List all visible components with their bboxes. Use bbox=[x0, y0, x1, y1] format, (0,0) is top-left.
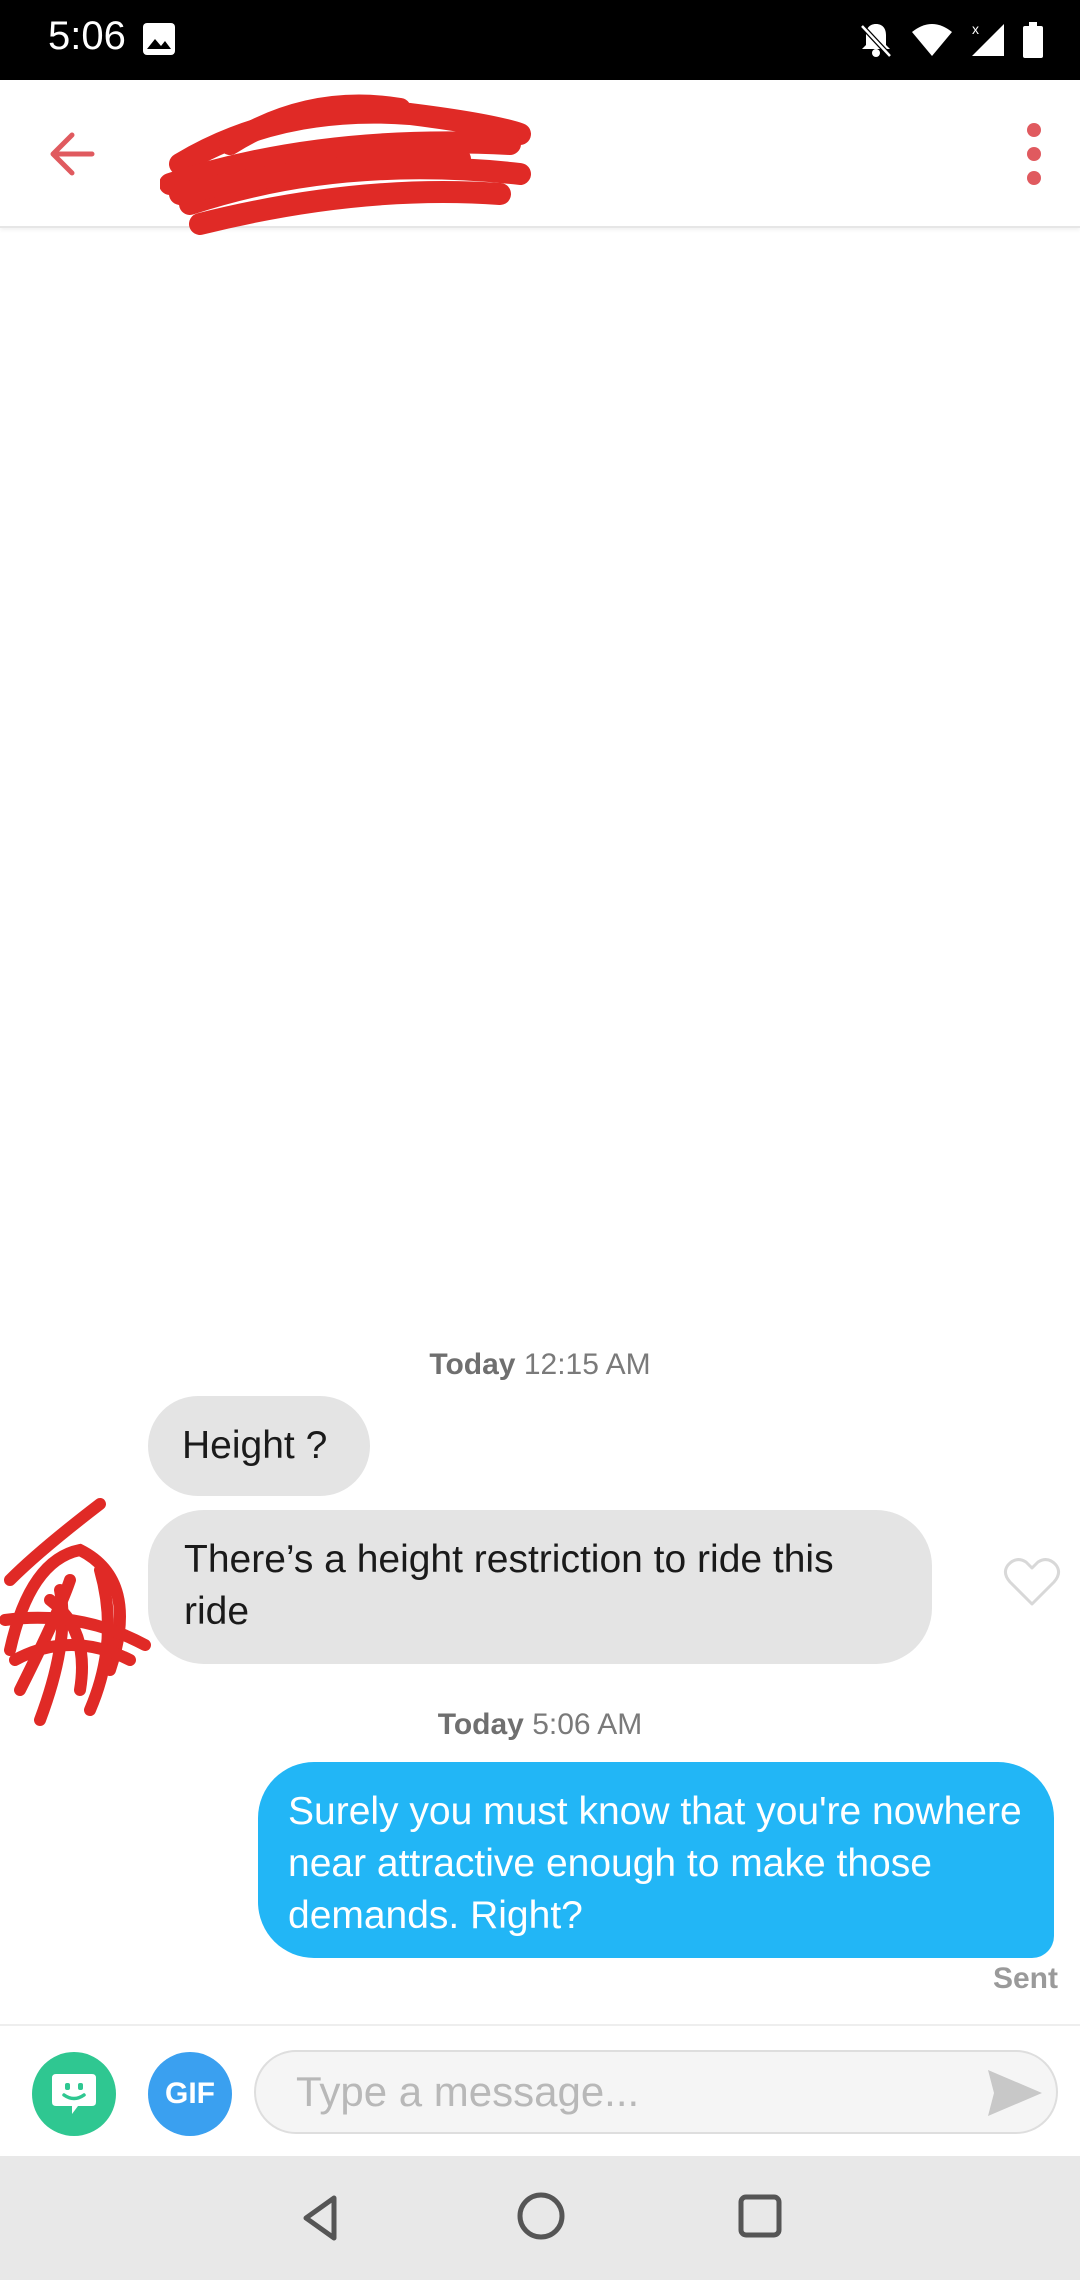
notifications-off-icon bbox=[860, 24, 892, 58]
system-navigation-bar bbox=[0, 2156, 1080, 2280]
cellular-signal-icon: x bbox=[972, 21, 1004, 56]
timestamp-time: 5:06 AM bbox=[532, 1708, 643, 1741]
message-composer: GIF bbox=[0, 2024, 1080, 2158]
message-input[interactable] bbox=[254, 2050, 1058, 2134]
svg-text:x: x bbox=[972, 21, 979, 37]
timestamp-divider: Today 12:15 AM bbox=[0, 1348, 1080, 1382]
timestamp-divider: Today 5:06 AM bbox=[0, 1708, 1080, 1742]
status-icons: x bbox=[856, 18, 1044, 62]
more-vertical-icon[interactable] bbox=[1012, 120, 1056, 190]
message-text: Height ? bbox=[182, 1424, 328, 1467]
status-bar: 5:06 x bbox=[0, 0, 1080, 80]
received-message[interactable]: Height ? bbox=[148, 1396, 370, 1496]
nav-home-icon[interactable] bbox=[515, 2190, 567, 2242]
sent-message[interactable]: Surely you must know that you're nowhere… bbox=[258, 1762, 1054, 1958]
battery-icon bbox=[1023, 22, 1043, 58]
sticker-icon bbox=[52, 2074, 96, 2114]
send-icon[interactable] bbox=[986, 2068, 1044, 2118]
timestamp-time: 12:15 AM bbox=[523, 1348, 651, 1381]
timestamp-day: Today bbox=[429, 1348, 516, 1381]
message-status: Sent bbox=[992, 1962, 1058, 1995]
image-notification-icon bbox=[143, 23, 175, 55]
status-time: 5:06 bbox=[48, 14, 126, 58]
received-message[interactable]: There’s a height restriction to ride thi… bbox=[148, 1510, 932, 1664]
chat-header bbox=[0, 80, 1080, 235]
heart-outline-icon[interactable] bbox=[1002, 1556, 1062, 1608]
message-text: There’s a height restriction to ride thi… bbox=[184, 1538, 834, 1633]
arrow-left-icon[interactable] bbox=[44, 124, 104, 184]
message-text: Surely you must know that you're nowhere… bbox=[288, 1790, 1022, 1937]
wifi-icon bbox=[912, 24, 952, 56]
redacted-match-name[interactable] bbox=[160, 74, 540, 244]
nav-recents-icon[interactable] bbox=[736, 2192, 784, 2240]
redacted-avatar[interactable] bbox=[0, 1490, 160, 1740]
nav-back-icon[interactable] bbox=[296, 2192, 344, 2244]
sticker-button[interactable] bbox=[32, 2052, 116, 2136]
gif-button[interactable]: GIF bbox=[148, 2052, 232, 2136]
timestamp-day: Today bbox=[437, 1708, 524, 1741]
